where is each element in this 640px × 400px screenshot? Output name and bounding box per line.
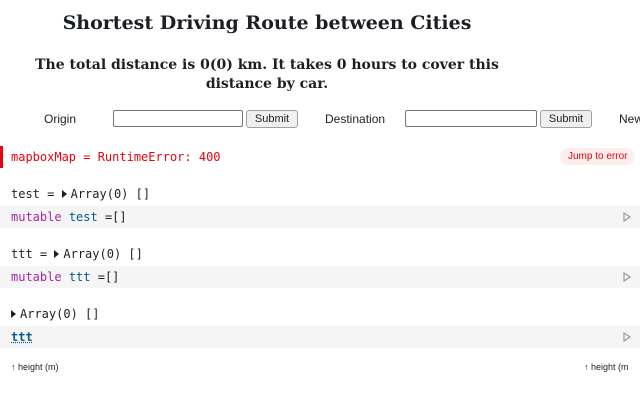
- disclosure-triangle-icon[interactable]: [62, 190, 67, 198]
- run-cell-icon[interactable]: [622, 332, 632, 342]
- code-variable: ttt: [69, 270, 91, 284]
- disclosure-triangle-icon[interactable]: [54, 250, 59, 258]
- code-cell[interactable]: ttt: [0, 326, 640, 348]
- origin-label: Origin: [44, 112, 76, 126]
- route-form: Origin Submit Destination Submit New: [0, 108, 640, 134]
- origin-submit-button[interactable]: Submit: [246, 110, 298, 128]
- disclosure-triangle-icon[interactable]: [11, 310, 16, 318]
- run-cell-icon[interactable]: [622, 212, 632, 222]
- output-value[interactable]: Array(0) []: [63, 247, 142, 261]
- error-message: mapboxMap = RuntimeError: 400: [11, 150, 221, 164]
- code-cell[interactable]: mutable ttt =[]: [0, 266, 640, 288]
- code-rest: =[]: [105, 210, 127, 224]
- code-keyword: mutable: [11, 270, 62, 284]
- route-summary: The total distance is 0(0) km. It takes …: [0, 56, 534, 94]
- destination-submit-button[interactable]: Submit: [540, 110, 592, 128]
- error-indicator: [0, 146, 3, 168]
- chart-axis-label-right: ↑ height (m: [584, 362, 640, 372]
- cell-output: ttt = Array(0) []: [11, 247, 143, 261]
- cell-output: Array(0) []: [11, 307, 99, 321]
- output-name: test: [11, 187, 40, 201]
- error-cell: mapboxMap = RuntimeError: 400 Jump to er…: [0, 146, 640, 168]
- cell-source[interactable]: mutable test =[]: [11, 210, 127, 224]
- code-rest: =[]: [98, 270, 120, 284]
- cell-source[interactable]: mutable ttt =[]: [11, 270, 119, 284]
- run-cell-icon[interactable]: [622, 272, 632, 282]
- code-cell[interactable]: mutable test =[]: [0, 206, 640, 228]
- next-label: New: [619, 112, 640, 126]
- output-name: ttt: [11, 247, 33, 261]
- destination-label: Destination: [325, 112, 385, 126]
- origin-input[interactable]: [113, 110, 243, 127]
- chart-axis-label-left: ↑ height (m): [11, 362, 59, 372]
- jump-to-error-button[interactable]: Jump to error: [560, 148, 635, 165]
- code-variable: test: [69, 210, 98, 224]
- destination-input[interactable]: [405, 110, 537, 127]
- output-value[interactable]: Array(0) []: [20, 307, 99, 321]
- page-title: Shortest Driving Route between Cities: [0, 10, 534, 36]
- output-value[interactable]: Array(0) []: [71, 187, 150, 201]
- cell-output: test = Array(0) []: [11, 187, 150, 201]
- code-keyword: mutable: [11, 210, 62, 224]
- code-reference[interactable]: ttt: [11, 330, 33, 344]
- cell-source[interactable]: ttt: [11, 330, 33, 344]
